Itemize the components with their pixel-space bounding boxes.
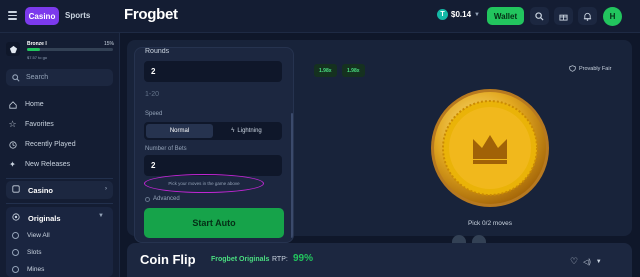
- multiplier-badge: 1.98x: [314, 64, 337, 77]
- chevron-down-icon[interactable]: ▼: [98, 213, 104, 219]
- sidebar-item-label: Favorites: [25, 121, 54, 128]
- sidebar-item-label: Recently Played: [25, 141, 76, 148]
- speed-lightning-label: Lightning: [237, 128, 262, 134]
- rtp-label: RTP:: [272, 256, 288, 263]
- advanced-toggle[interactable]: Advanced: [145, 196, 180, 202]
- chevron-right-icon: ›: [105, 186, 107, 192]
- rank-progress-fill: [27, 48, 40, 51]
- sidebar-item-home[interactable]: Home: [8, 100, 44, 109]
- balance-selector[interactable]: T $0.14 ▼: [437, 9, 480, 20]
- info-actions: ♡ ◁) ▼: [570, 256, 602, 267]
- tab-casino[interactable]: Casino: [25, 7, 59, 25]
- divider: [6, 203, 113, 204]
- sidebar-item-label: Casino: [28, 185, 54, 195]
- volume-icon[interactable]: ◁): [583, 258, 591, 266]
- hint-text-wrap: Pick your moves in the game above: [144, 174, 264, 193]
- sidebar-item-label: Originals: [28, 213, 61, 223]
- lightning-icon: ϟ: [231, 128, 235, 134]
- rewards-button[interactable]: [554, 7, 573, 25]
- notifications-button[interactable]: [578, 7, 597, 25]
- search-button[interactable]: [530, 7, 549, 25]
- bell-icon: [583, 12, 592, 21]
- game-provider[interactable]: Frogbet Originals: [211, 256, 269, 263]
- provably-fair-link[interactable]: Provably Fair: [569, 65, 611, 72]
- move-slot[interactable]: [472, 235, 486, 243]
- main-content: Rounds 2 1-20 Speed Normal ϟ Lightning Nu…: [120, 33, 640, 277]
- rank-badge-icon: [6, 42, 20, 56]
- move-indicators: [452, 235, 486, 243]
- clock-icon: [8, 140, 17, 149]
- wallet-button[interactable]: Wallet: [487, 7, 524, 25]
- sidebar-item-label: Mines: [27, 266, 45, 273]
- shield-icon: [569, 65, 576, 72]
- rank-next-amount: $7.57 to go: [27, 55, 48, 60]
- user-avatar[interactable]: H: [603, 7, 622, 26]
- move-slot[interactable]: [452, 235, 466, 243]
- sidebar-item-slots[interactable]: Slots: [12, 249, 41, 256]
- panel-scrollbar[interactable]: [291, 113, 293, 238]
- auto-bet-panel: Rounds 2 1-20 Speed Normal ϟ Lightning Nu…: [134, 47, 294, 243]
- pick-status: Pick 0/2 moves: [467, 220, 513, 227]
- bets-input[interactable]: 2: [144, 155, 282, 176]
- sparkle-icon: ✦: [9, 160, 16, 169]
- multiplier-badge: 1.98x: [342, 64, 365, 77]
- sidebar-item-mines[interactable]: Mines: [12, 266, 44, 273]
- game-info-bar: Coin Flip Frogbet Originals RTP: 99% ♡ ◁…: [127, 243, 632, 277]
- coin-image[interactable]: [429, 87, 551, 209]
- star-icon: ☆: [8, 119, 17, 129]
- rank-name: Bronze I: [27, 41, 47, 47]
- sidebar-item-new-releases[interactable]: ✦ New Releases: [8, 160, 70, 169]
- rank-percent: 15%: [104, 41, 115, 47]
- home-icon: [8, 100, 17, 109]
- search-icon: [535, 11, 544, 21]
- game-title: Coin Flip: [140, 252, 196, 267]
- sidebar-item-view-all[interactable]: View All: [12, 232, 50, 239]
- annotation-ellipse: [144, 174, 264, 193]
- sidebar-item-label: Home: [25, 101, 44, 108]
- balance-amount: $0.14: [451, 10, 472, 19]
- heart-icon[interactable]: ♡: [570, 256, 578, 267]
- sidebar-item-originals[interactable]: Originals: [12, 213, 61, 223]
- toggle-icon: [145, 196, 150, 202]
- start-auto-button[interactable]: Start Auto: [144, 208, 284, 238]
- rounds-input[interactable]: 2: [144, 61, 282, 82]
- sidebar-item-recently-played[interactable]: Recently Played: [8, 140, 76, 149]
- rounds-range: 1-20: [145, 91, 160, 98]
- sidebar-item-casino[interactable]: Casino ›: [6, 181, 113, 199]
- divider: [6, 178, 113, 179]
- gift-icon: [559, 14, 568, 21]
- top-bar: Casino Sports Frogbet T $0.14 ▼ Wallet H: [0, 0, 640, 33]
- sidebar-item-label: Slots: [27, 249, 42, 256]
- rtp-value: 99%: [293, 253, 314, 264]
- game-area: Rounds 2 1-20 Speed Normal ϟ Lightning Nu…: [127, 40, 632, 243]
- speed-toggle: Normal ϟ Lightning: [144, 122, 282, 140]
- speed-label: Speed: [145, 111, 163, 117]
- chevron-down-icon: ▼: [474, 11, 480, 18]
- sidebar-item-favorites[interactable]: ☆ Favorites: [8, 119, 54, 129]
- provably-fair-label: Provably Fair: [579, 65, 612, 72]
- menu-icon[interactable]: [8, 11, 17, 20]
- tether-icon: T: [437, 9, 448, 20]
- sidebar-item-label: New Releases: [25, 161, 71, 168]
- speed-lightning-option[interactable]: ϟ Lightning: [213, 124, 280, 138]
- rank-progress-bar: [27, 48, 113, 51]
- mines-icon: [12, 266, 19, 273]
- sidebar-search[interactable]: Search: [6, 69, 113, 86]
- grid-icon: [12, 232, 19, 239]
- sidebar-item-label: View All: [27, 232, 50, 239]
- rounds-label: Rounds: [145, 48, 170, 55]
- casino-icon: [12, 185, 20, 195]
- advanced-label: Advanced: [153, 196, 180, 202]
- tab-sports[interactable]: Sports: [65, 11, 90, 20]
- frogbet-logo[interactable]: Frogbet: [124, 6, 178, 23]
- originals-section: Originals ▼ View All Slots Mines: [6, 207, 113, 277]
- bets-label: Number of Bets: [145, 146, 187, 152]
- chevron-down-icon[interactable]: ▼: [596, 259, 602, 265]
- search-icon: [12, 73, 20, 82]
- originals-icon: [12, 213, 20, 223]
- speed-normal-option[interactable]: Normal: [146, 124, 213, 138]
- search-label: Search: [26, 74, 49, 81]
- slots-icon: [12, 249, 19, 256]
